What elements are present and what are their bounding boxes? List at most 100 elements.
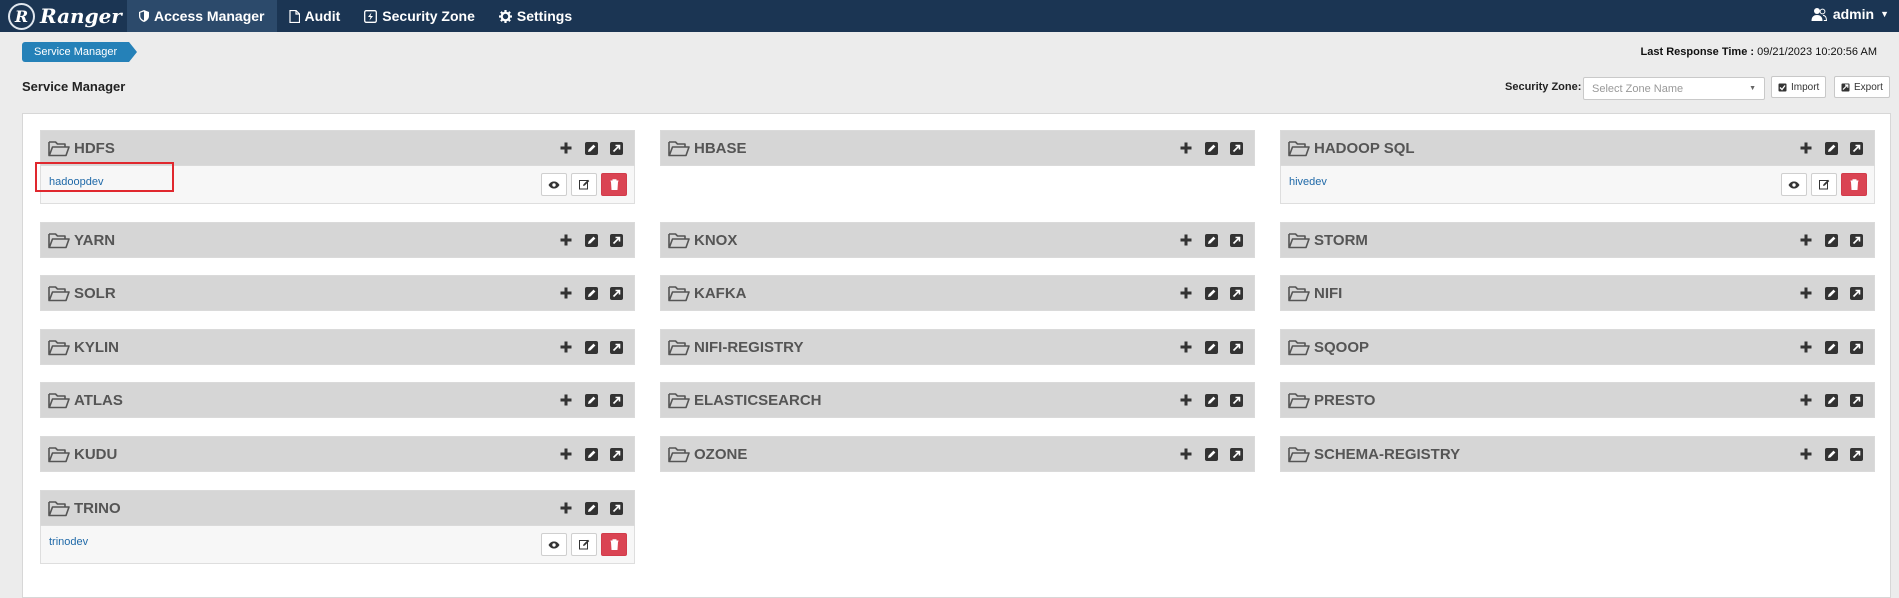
external-link-icon[interactable] bbox=[1848, 339, 1864, 355]
plus-icon[interactable] bbox=[558, 500, 574, 516]
external-link-icon[interactable] bbox=[608, 500, 624, 516]
user-menu[interactable]: admin ▼ bbox=[1811, 0, 1889, 28]
external-link-icon[interactable] bbox=[608, 392, 624, 408]
external-link-icon[interactable] bbox=[1848, 285, 1864, 301]
external-link-icon[interactable] bbox=[1228, 339, 1244, 355]
service-header: HDFS bbox=[40, 130, 635, 166]
nav-security-zone[interactable]: Security Zone bbox=[352, 0, 487, 32]
edit-icon[interactable] bbox=[1823, 339, 1839, 355]
plus-icon[interactable] bbox=[558, 446, 574, 462]
service-card-hadoop-sql: HADOOP SQL hivedev bbox=[1280, 130, 1875, 204]
service-header: KYLIN bbox=[40, 329, 635, 365]
plus-icon[interactable] bbox=[1178, 285, 1194, 301]
plus-icon[interactable] bbox=[558, 140, 574, 156]
edit-icon[interactable] bbox=[583, 446, 599, 462]
service-actions bbox=[1789, 339, 1864, 355]
plus-icon[interactable] bbox=[1178, 232, 1194, 248]
plus-icon[interactable] bbox=[1798, 285, 1814, 301]
page-title: Service Manager bbox=[22, 79, 126, 94]
edit-icon[interactable] bbox=[583, 285, 599, 301]
plus-icon[interactable] bbox=[1178, 446, 1194, 462]
edit-icon[interactable] bbox=[1203, 446, 1219, 462]
external-link-icon[interactable] bbox=[608, 339, 624, 355]
plus-icon[interactable] bbox=[1178, 140, 1194, 156]
external-link-icon[interactable] bbox=[608, 232, 624, 248]
import-button[interactable]: Import bbox=[1771, 76, 1827, 98]
external-link-icon[interactable] bbox=[608, 140, 624, 156]
edit-icon[interactable] bbox=[583, 392, 599, 408]
plus-icon[interactable] bbox=[1798, 446, 1814, 462]
edit-instance-button[interactable] bbox=[571, 173, 597, 196]
edit-icon[interactable] bbox=[1203, 392, 1219, 408]
delete-button[interactable] bbox=[601, 533, 627, 556]
edit-icon[interactable] bbox=[583, 140, 599, 156]
plus-icon[interactable] bbox=[1798, 339, 1814, 355]
trash-icon bbox=[610, 179, 618, 190]
plus-icon[interactable] bbox=[558, 232, 574, 248]
edit-instance-button[interactable] bbox=[1811, 173, 1837, 196]
plus-icon[interactable] bbox=[558, 339, 574, 355]
delete-button[interactable] bbox=[601, 173, 627, 196]
edit-icon[interactable] bbox=[583, 339, 599, 355]
plus-icon[interactable] bbox=[1798, 232, 1814, 248]
external-link-icon[interactable] bbox=[1228, 392, 1244, 408]
nav-audit[interactable]: Audit bbox=[277, 0, 353, 32]
service-card-atlas: ATLAS bbox=[40, 382, 635, 418]
edit-icon[interactable] bbox=[1203, 285, 1219, 301]
service-card-kafka: KAFKA bbox=[660, 275, 1255, 311]
ranger-logo[interactable]: R Ranger bbox=[8, 2, 122, 30]
edit-icon[interactable] bbox=[1203, 232, 1219, 248]
folder-open-icon bbox=[48, 285, 70, 302]
plus-icon[interactable] bbox=[1798, 140, 1814, 156]
external-link-icon[interactable] bbox=[608, 285, 624, 301]
external-link-icon[interactable] bbox=[1848, 446, 1864, 462]
plus-icon[interactable] bbox=[558, 285, 574, 301]
nav-access-manager[interactable]: Access Manager bbox=[127, 0, 277, 32]
folder-open-icon bbox=[668, 339, 690, 356]
service-instance-link[interactable]: trinodev bbox=[49, 536, 88, 548]
edit-icon[interactable] bbox=[583, 500, 599, 516]
external-link-icon[interactable] bbox=[1228, 140, 1244, 156]
edit-instance-button[interactable] bbox=[571, 533, 597, 556]
plus-icon[interactable] bbox=[558, 392, 574, 408]
external-link-icon[interactable] bbox=[608, 446, 624, 462]
service-name-knox: KNOX bbox=[694, 231, 738, 249]
service-instance-link[interactable]: hivedev bbox=[1289, 176, 1327, 188]
export-button[interactable]: Export bbox=[1834, 76, 1890, 98]
service-header: SCHEMA-REGISTRY bbox=[1280, 436, 1875, 472]
service-card-nifi: NIFI bbox=[1280, 275, 1875, 311]
external-link-icon[interactable] bbox=[1848, 232, 1864, 248]
view-button[interactable] bbox=[541, 533, 567, 556]
service-header: OZONE bbox=[660, 436, 1255, 472]
eye-icon bbox=[548, 541, 560, 548]
delete-button[interactable] bbox=[1841, 173, 1867, 196]
external-link-icon[interactable] bbox=[1228, 446, 1244, 462]
service-name-ozone: OZONE bbox=[694, 445, 748, 463]
security-zone-select[interactable]: Select Zone Name ▼ bbox=[1583, 77, 1765, 100]
external-link-icon[interactable] bbox=[1228, 285, 1244, 301]
edit-icon[interactable] bbox=[1823, 232, 1839, 248]
edit-icon[interactable] bbox=[1203, 140, 1219, 156]
edit-icon[interactable] bbox=[583, 232, 599, 248]
plus-icon[interactable] bbox=[1178, 392, 1194, 408]
edit-icon[interactable] bbox=[1203, 339, 1219, 355]
nav-settings[interactable]: Settings bbox=[487, 0, 584, 32]
external-link-icon[interactable] bbox=[1848, 392, 1864, 408]
plus-icon[interactable] bbox=[1798, 392, 1814, 408]
service-actions bbox=[549, 232, 624, 248]
service-card-ozone: OZONE bbox=[660, 436, 1255, 472]
external-link-icon[interactable] bbox=[1228, 232, 1244, 248]
service-card-solr: SOLR bbox=[40, 275, 635, 311]
view-button[interactable] bbox=[541, 173, 567, 196]
edit-icon[interactable] bbox=[1823, 140, 1839, 156]
folder-open-icon bbox=[1288, 285, 1310, 302]
edit-icon[interactable] bbox=[1823, 446, 1839, 462]
view-button[interactable] bbox=[1781, 173, 1807, 196]
edit-icon[interactable] bbox=[1823, 285, 1839, 301]
edit-icon[interactable] bbox=[1823, 392, 1839, 408]
breadcrumb[interactable]: Service Manager bbox=[22, 42, 138, 62]
service-actions bbox=[549, 392, 624, 408]
service-actions bbox=[549, 140, 624, 156]
plus-icon[interactable] bbox=[1178, 339, 1194, 355]
external-link-icon[interactable] bbox=[1848, 140, 1864, 156]
